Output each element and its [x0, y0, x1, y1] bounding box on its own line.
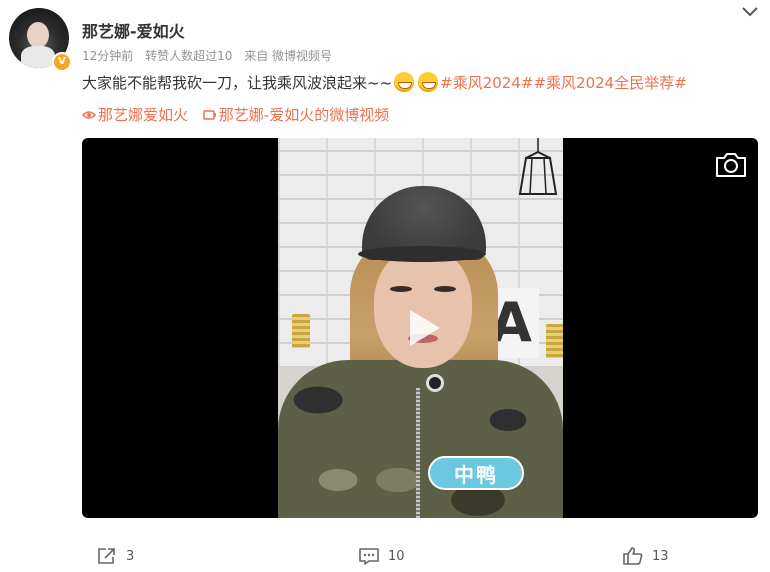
weibo-post: V 那艺娜-爱如火 12分钟前 转赞人数超过10 来自 微博视频号 大家能不能帮… — [0, 0, 770, 572]
post-text: 大家能不能帮我砍一刀，让我乘风波浪起来~~ #乘风2024##乘风2024全民举荐… — [82, 72, 687, 94]
jacket-snap — [426, 374, 444, 392]
post-links: 那艺娜爱如火 那艺娜-爱如火的微博视频 — [81, 104, 399, 126]
video-watermark: 中鸭 — [428, 456, 524, 490]
comment-count: 10 — [388, 548, 405, 564]
like-button[interactable]: 13 — [622, 544, 669, 568]
post-meta: 12分钟前 转赞人数超过10 来自 微博视频号 — [82, 47, 340, 64]
share-icon — [98, 548, 115, 564]
person-cap-brim — [358, 246, 486, 262]
video-link[interactable]: 那艺娜-爱如火的微博视频 — [203, 106, 389, 124]
decor-stack — [292, 314, 310, 348]
play-icon[interactable] — [400, 306, 444, 350]
hashtag-link[interactable]: #乘风2024##乘风2024全民举荐# — [440, 74, 687, 92]
video-link-label: 那艺娜-爱如火的微博视频 — [218, 106, 390, 124]
jacket-zipper — [416, 388, 420, 518]
super-topic-link[interactable]: 那艺娜爱如火 — [81, 106, 193, 124]
pendant-lamp — [518, 138, 558, 195]
post-body: 大家能不能帮我砍一刀，让我乘风波浪起来~~ — [82, 74, 393, 92]
super-topic-icon — [81, 111, 97, 119]
post-source[interactable]: 来自 微博视频号 — [244, 49, 332, 63]
video-player[interactable]: A 中鸭 — [82, 138, 758, 518]
avatar-face — [27, 22, 49, 48]
grin-emoji-icon — [394, 72, 415, 92]
post-time[interactable]: 12分钟前 — [82, 49, 133, 63]
repost-button[interactable]: 3 — [96, 544, 134, 568]
reposts-note: 转赞人数超过10 — [145, 49, 233, 63]
camera-icon[interactable] — [714, 150, 748, 180]
person-eye — [434, 286, 456, 292]
person-jacket — [278, 360, 563, 518]
person-eye — [390, 286, 412, 292]
avatar-shirt — [21, 46, 55, 68]
author-name[interactable]: 那艺娜-爱如火 — [82, 18, 185, 42]
grin-emoji-icon — [418, 72, 439, 92]
chevron-down-icon[interactable] — [740, 4, 760, 20]
thumbs-up-icon — [623, 547, 643, 565]
video-link-icon — [203, 110, 216, 120]
comment-icon — [359, 548, 379, 565]
decor-stack — [546, 324, 563, 358]
verified-badge-icon: V — [52, 52, 72, 72]
repost-count: 3 — [126, 548, 135, 564]
super-topic-label: 那艺娜爱如火 — [98, 106, 189, 124]
comment-button[interactable]: 10 — [358, 544, 405, 568]
like-count: 13 — [652, 548, 669, 564]
